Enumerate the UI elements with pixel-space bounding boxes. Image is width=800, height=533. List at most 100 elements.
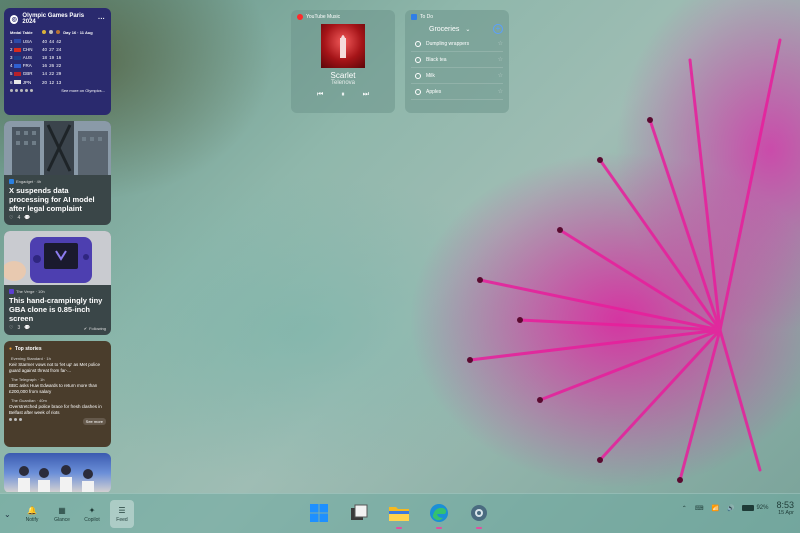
medal-row[interactable]: 5 GBR 14 22 29 bbox=[10, 70, 105, 78]
silver-count: 26 bbox=[49, 63, 55, 69]
olympics-widget[interactable]: ◎ Olympic Games Paris 2024 ··· Medal Tab… bbox=[4, 8, 111, 115]
news-headline[interactable]: X suspends data processing for AI model … bbox=[9, 186, 106, 213]
medal-row[interactable]: 1 USA 40 44 42 bbox=[10, 37, 105, 45]
glance-button[interactable]: ▦ Glance bbox=[50, 500, 74, 528]
chevron-up-icon[interactable]: ⌃ bbox=[682, 505, 687, 512]
notify-button[interactable]: 🔔 Notify bbox=[20, 500, 44, 528]
flag-icon bbox=[13, 55, 21, 60]
silver-count: 19 bbox=[49, 54, 55, 60]
song-artist: Telenova bbox=[330, 80, 356, 86]
story-item[interactable]: The Telegraph · 1h BBC asks Huw Edwards … bbox=[9, 377, 106, 394]
copilot-icon: ✦ bbox=[88, 505, 96, 515]
music-widget[interactable]: YouTube Music Scarlet Telenova ⏮ ⏸ ⏭ bbox=[291, 10, 395, 113]
medal-row[interactable]: 3 AUS 18 19 16 bbox=[10, 53, 105, 61]
glance-icon: ▦ bbox=[58, 505, 66, 515]
previous-track-icon[interactable]: ⏮ bbox=[317, 91, 323, 99]
add-task-button[interactable]: + bbox=[493, 24, 503, 34]
task-item[interactable]: Black tea ☆ bbox=[411, 52, 503, 68]
story-text: BBC asks Huw Edwards to return more than… bbox=[9, 383, 98, 394]
checkbox-circle-icon[interactable] bbox=[415, 88, 421, 95]
comment-icon[interactable]: 💬 bbox=[24, 325, 30, 331]
keyboard-icon[interactable]: ⌨ bbox=[695, 505, 704, 512]
gold-count: 40 bbox=[42, 46, 48, 52]
news-card-gba-clone[interactable]: The Verge · 10h This hand-crampingly tin… bbox=[4, 231, 111, 335]
clock-time: 8:53 bbox=[776, 500, 794, 510]
task-item[interactable]: Milk ☆ bbox=[411, 68, 503, 84]
clock[interactable]: 8:53 15 Apr bbox=[776, 500, 794, 516]
like-icon[interactable]: ♡ bbox=[9, 215, 13, 221]
file-explorer-button[interactable] bbox=[386, 500, 412, 529]
next-track-icon[interactable]: ⏭ bbox=[363, 91, 369, 99]
feed-button[interactable]: ☰ Feed bbox=[110, 500, 134, 528]
silver-count: 22 bbox=[49, 71, 55, 77]
bronze-medal-icon bbox=[56, 30, 61, 34]
medal-row[interactable]: 2 CHN 40 27 24 bbox=[10, 45, 105, 53]
start-button[interactable] bbox=[306, 500, 332, 526]
star-icon[interactable]: ☆ bbox=[498, 88, 503, 95]
checkbox-circle-icon[interactable] bbox=[415, 56, 421, 63]
like-icon[interactable]: ♡ bbox=[9, 325, 13, 331]
country: CHN bbox=[13, 45, 42, 53]
news-card-x-ai[interactable]: Engadget · 4h X suspends data processing… bbox=[4, 121, 111, 225]
bronze-count: 42 bbox=[56, 38, 62, 44]
task-view-button[interactable] bbox=[346, 500, 372, 526]
wifi-icon[interactable]: 📶 bbox=[711, 505, 718, 512]
star-icon[interactable]: ☆ bbox=[498, 40, 503, 47]
clock-date: 15 Apr bbox=[778, 510, 794, 516]
task-item[interactable]: Apples ☆ bbox=[411, 84, 503, 100]
medal-table-date: Day 16 · 11 Aug bbox=[63, 30, 93, 35]
settings-app-button[interactable] bbox=[466, 500, 492, 529]
like-count: 4 bbox=[17, 215, 21, 221]
checkbox-circle-icon[interactable] bbox=[415, 72, 421, 79]
top-stories-title: Top stories bbox=[15, 346, 42, 352]
bronze-count: 29 bbox=[56, 71, 62, 77]
story-item[interactable]: Evening Standard · 1h Keir Starmer vows … bbox=[9, 356, 106, 373]
todo-widget[interactable]: To Do Groceries ⌄ + Dumpling wrappers ☆ Bl… bbox=[405, 10, 509, 113]
story-source: Evening Standard · 1h bbox=[11, 356, 51, 361]
glance-label: Glance bbox=[54, 516, 70, 523]
check-icon: ✔ bbox=[83, 325, 88, 331]
chevron-down-icon[interactable]: ⌄ bbox=[4, 510, 14, 519]
pause-icon[interactable]: ⏸ bbox=[341, 91, 345, 99]
see-more-button[interactable]: See more bbox=[82, 418, 106, 425]
task-item[interactable]: Dumpling wrappers ☆ bbox=[411, 36, 503, 52]
country: AUS bbox=[13, 53, 42, 61]
comment-icon[interactable]: 💬 bbox=[24, 215, 30, 221]
notify-label: Notify bbox=[25, 516, 39, 523]
news-headline[interactable]: This hand-crampingly tiny GBA clone is 0… bbox=[9, 296, 106, 323]
checkbox-circle-icon[interactable] bbox=[415, 40, 421, 47]
top-stories-card[interactable]: ● Top stories Evening Standard · 1h Keir … bbox=[4, 341, 111, 447]
flag-icon bbox=[13, 63, 21, 68]
task-list: Dumpling wrappers ☆ Black tea ☆ Milk ☆ Apples ☆ bbox=[411, 36, 503, 100]
carousel-dots[interactable] bbox=[9, 418, 22, 425]
chevron-down-icon[interactable]: ⌄ bbox=[465, 26, 470, 33]
medal-row[interactable]: 6 JPN 20 12 13 bbox=[10, 78, 105, 86]
bell-icon: 🔔 bbox=[27, 505, 37, 515]
news-image-buildings bbox=[4, 121, 111, 175]
star-icon[interactable]: ☆ bbox=[498, 72, 503, 79]
olympics-title: Olympic Games Paris 2024 bbox=[22, 13, 85, 25]
flag-icon bbox=[13, 72, 21, 77]
volume-icon[interactable]: 🔊 bbox=[727, 505, 734, 512]
task-label: Black tea bbox=[426, 56, 447, 63]
news-image-crowd[interactable] bbox=[4, 453, 111, 492]
olympic-rings-icon: ◎ bbox=[10, 14, 19, 24]
story-item[interactable]: The Guardian · 40m Overstretched police … bbox=[9, 398, 106, 415]
olympics-see-more-link[interactable]: See more on Olympics... bbox=[61, 88, 105, 93]
following-button[interactable]: ✔ Following bbox=[84, 326, 106, 331]
following-label: Following bbox=[89, 325, 106, 331]
carousel-dots[interactable] bbox=[10, 89, 33, 93]
list-selector[interactable]: Groceries bbox=[411, 26, 459, 33]
star-icon[interactable]: ☆ bbox=[498, 56, 503, 63]
country-code: JPN bbox=[22, 79, 32, 85]
more-options-icon[interactable]: ··· bbox=[98, 16, 105, 23]
folder-icon bbox=[389, 507, 409, 521]
copilot-button[interactable]: ✦ Copilot bbox=[80, 500, 104, 528]
country-code: FRA bbox=[22, 63, 32, 69]
edge-browser-button[interactable] bbox=[426, 500, 452, 529]
feed-icon: ☰ bbox=[118, 505, 126, 515]
medal-row[interactable]: 4 FRA 16 26 22 bbox=[10, 62, 105, 70]
fire-icon: ● bbox=[9, 346, 13, 352]
battery-percent: 92% bbox=[756, 505, 769, 511]
battery-indicator[interactable]: 92% bbox=[742, 505, 768, 511]
